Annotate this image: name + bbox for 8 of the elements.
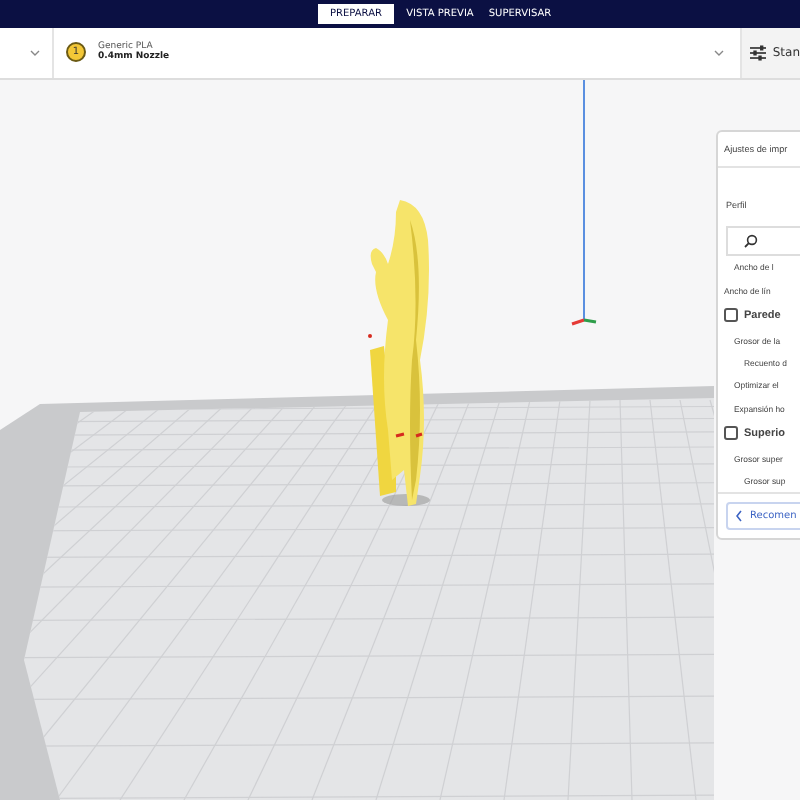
chevron-left-icon [736, 510, 742, 522]
category-icon [724, 426, 738, 441]
sliders-icon [750, 43, 767, 62]
search-icon [744, 234, 758, 249]
category-icon [724, 308, 738, 323]
chevron-icon[interactable] [30, 49, 40, 56]
chevron-icon[interactable] [714, 49, 724, 56]
search-field[interactable] [726, 226, 800, 257]
